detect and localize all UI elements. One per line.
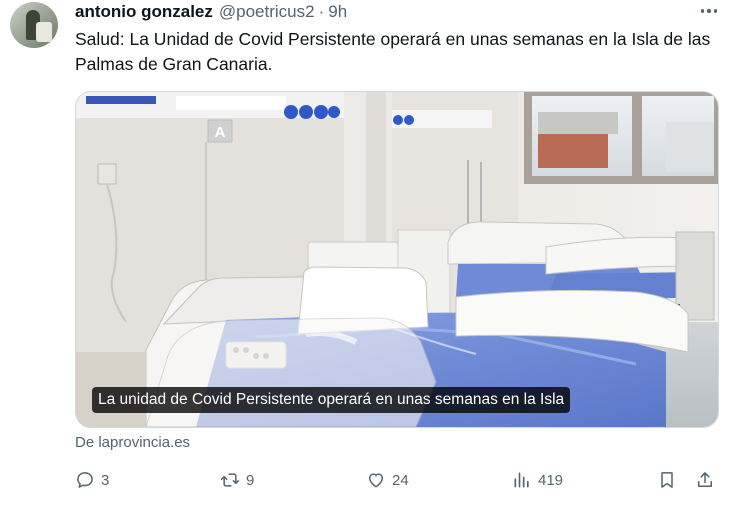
share-icon xyxy=(698,472,712,487)
separator-dot: · xyxy=(318,2,325,21)
share-button[interactable] xyxy=(695,466,715,494)
views-button[interactable]: 419 xyxy=(512,466,563,494)
views-count: 419 xyxy=(538,471,564,489)
views-icon xyxy=(514,472,529,488)
image-caption: La unidad de Covid Persistente operará e… xyxy=(92,387,571,413)
link-card[interactable]: A La unidad de Covid Persistente operará… xyxy=(75,91,719,428)
avatar-figure-detail xyxy=(36,22,52,42)
tweet-actions: 3 9 24 419 xyxy=(75,466,725,494)
tweet-time[interactable]: 9h xyxy=(328,2,347,22)
room-sign: A xyxy=(215,124,226,141)
repost-icon xyxy=(220,473,240,487)
repost-count: 9 xyxy=(246,471,255,489)
bookmark-icon xyxy=(661,472,673,488)
heart-icon xyxy=(369,473,383,488)
repost-button[interactable]: 9 xyxy=(220,466,254,494)
reply-count: 3 xyxy=(101,471,110,489)
card-source[interactable]: De laprovincia.es xyxy=(75,434,190,451)
author-name[interactable]: antonio gonzalez xyxy=(75,2,213,22)
like-count: 24 xyxy=(392,471,409,489)
more-icon[interactable] xyxy=(694,4,724,18)
tweet-header: antonio gonzalez @poetricus2 · 9h xyxy=(75,2,347,22)
tweet-text: Salud: La Unidad de Covid Persistente op… xyxy=(75,29,711,74)
reply-button[interactable]: 3 xyxy=(75,466,109,494)
reply-icon xyxy=(77,472,93,488)
card-image: A xyxy=(76,92,718,427)
bookmark-button[interactable] xyxy=(657,466,677,494)
like-button[interactable]: 24 xyxy=(366,466,409,494)
avatar[interactable] xyxy=(10,2,58,48)
author-handle[interactable]: @poetricus2 xyxy=(219,2,315,22)
